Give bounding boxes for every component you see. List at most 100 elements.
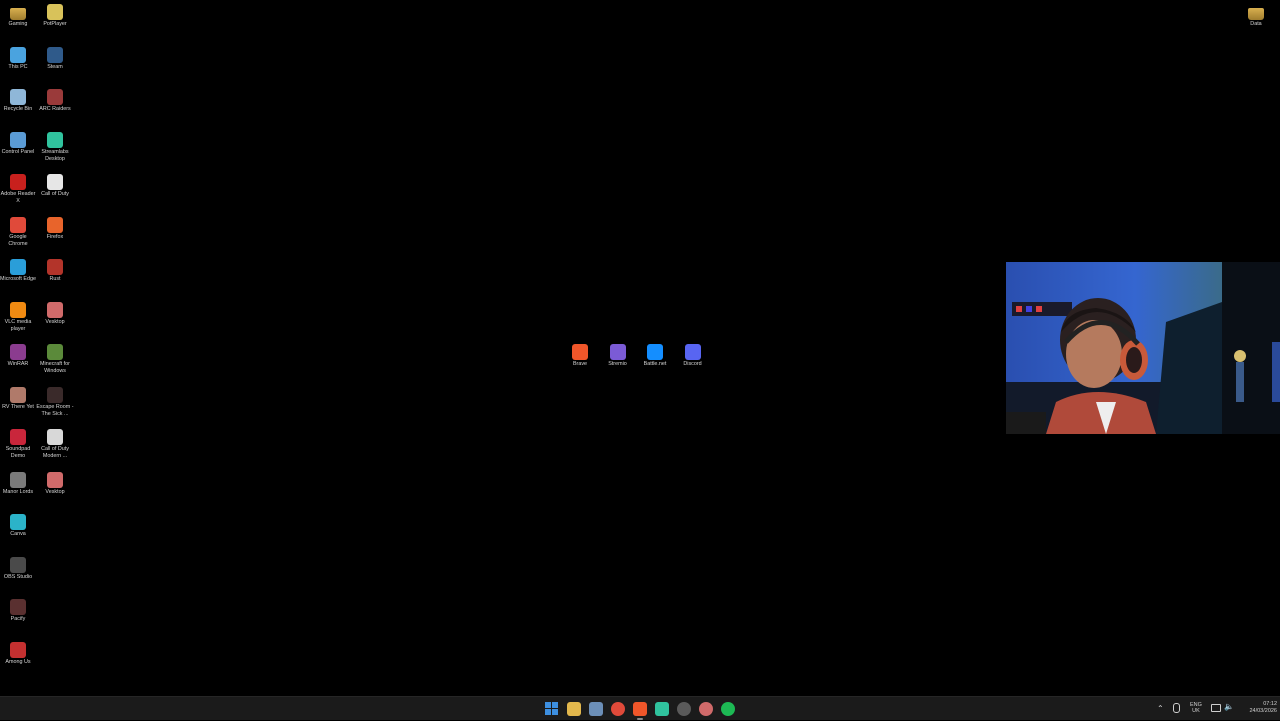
desktop-shortcut[interactable]: Vesktop [36,471,74,496]
desktop-shortcut-label: VLC media player [4,318,32,332]
desktop-shortcut[interactable]: Call of Duty [36,174,74,198]
desktop-shortcut[interactable]: VLC media player [0,301,37,333]
desktop-shortcut[interactable]: Microsoft Edge [0,259,37,283]
desktop-shortcut-label: ARC Raiders [39,106,71,112]
desktop-shortcut-label: Data [1250,21,1262,27]
desktop-shortcut-label: Among Us [5,658,31,665]
folder-icon [10,8,26,20]
desktop-shortcut-label: Escape Room - The Sick ... [36,403,74,417]
desktop-shortcut-label: Vesktop [45,488,65,495]
desktop-shortcut[interactable]: This PC [0,46,37,71]
desktop-shortcut-label: Firefox [46,233,64,240]
vesktop-icon[interactable] [699,702,713,716]
desktop-shortcut-label: Vesktop [45,318,65,325]
canva-icon [10,514,26,530]
desktop-shortcut[interactable]: Adobe Reader X [0,174,37,205]
desktop-shortcut-label: Recycle Bin [3,106,33,112]
webcam-person-image [1006,262,1222,434]
desktop-shortcut-label: Call of Duty Modern ... [41,446,69,459]
microphone-icon[interactable] [1173,703,1180,713]
game-icon [47,386,63,403]
taskbar: ⌃ ENG UK 🔈 07:12 24/03/2026 [0,696,1280,720]
desktop-shortcut[interactable]: Call of Duty Modern ... [36,429,74,460]
desktop-shortcut[interactable]: Control Panel [0,131,37,156]
webcam-side-panel [1222,262,1280,434]
network-icon[interactable] [1211,704,1221,712]
desktop-shortcut[interactable]: Brave [561,344,599,368]
adobe-reader-icon [10,174,26,190]
desktop-shortcut[interactable]: RV There Yet [0,386,37,411]
recycle-bin-icon [10,89,26,105]
game-icon [10,386,26,403]
desktop-shortcut-label: Control Panel [1,148,35,155]
desktop-shortcut-label: Google Chrome [8,233,28,247]
potplayer-icon [47,4,63,20]
language-indicator[interactable]: ENG UK [1190,702,1202,714]
among-us-icon [10,641,26,658]
control-panel-icon [10,131,26,148]
desktop-shortcut[interactable]: Gaming [0,4,37,28]
desktop-shortcut[interactable]: Minecraft for Windows [36,344,74,375]
firefox-icon [47,216,63,233]
folder-icon[interactable] [567,702,581,716]
obs-icon [10,556,26,573]
rust-icon [47,259,63,275]
desktop-shortcut[interactable]: Firefox [36,216,74,241]
steam-icon [47,46,63,63]
chevron-up-icon[interactable]: ⌃ [1157,704,1164,713]
desktop-shortcut-label: Adobe Reader X [0,191,36,204]
desktop-shortcut[interactable]: Rust [36,259,74,283]
vlc-icon [10,301,26,318]
game-icon [10,471,26,488]
desktop-shortcut[interactable]: Discord [674,344,712,368]
soundpad-icon [10,429,26,445]
desktop-shortcut-label: Brave [572,361,588,367]
desktop-shortcut-label: This PC [8,63,28,70]
desktop-shortcut[interactable]: Recycle Bin [0,89,37,113]
desktop-shortcut[interactable]: Steam [36,46,74,71]
desktop-shortcut[interactable]: Manor Lords [0,471,37,496]
desktop-shortcut[interactable]: OBS Studio [0,556,37,581]
game-icon [10,599,26,615]
streamlabs-icon[interactable] [655,702,669,716]
desktop-shortcut[interactable]: Pacify [0,599,37,623]
desktop-shortcut[interactable]: PotPlayer [36,4,74,28]
folder-icon [1248,8,1264,20]
desktop-shortcut[interactable]: ARC Raiders [36,89,74,113]
chrome-icon[interactable] [611,702,625,716]
desktop-shortcut[interactable]: Battle.net [636,344,674,368]
clock-date: 24/03/2026 [1249,708,1277,714]
desktop-shortcut-label: WinRAR [7,361,29,367]
desktop-shortcut[interactable]: Data [1237,4,1275,28]
desktop-shortcut-label: Minecraft for Windows [40,361,70,374]
desktop-shortcut-label: Pacify [10,616,26,622]
desktop-shortcut[interactable]: Google Chrome [0,216,37,248]
streamlabs-icon [47,131,63,148]
desktop-shortcut[interactable]: Streamlabs Desktop [36,131,74,163]
windows-icon[interactable] [545,702,559,716]
desktop-shortcut[interactable]: Stremio [599,344,637,368]
spotify-icon[interactable] [721,702,735,716]
brave-icon[interactable] [633,702,647,720]
desktop-shortcut-label: Discord [683,361,702,367]
minecraft-icon [47,344,63,360]
obs-icon[interactable] [677,702,691,716]
desktop-shortcut[interactable]: Vesktop [36,301,74,326]
desktop-shortcut-label: Microsoft Edge [0,276,36,282]
desktop-shortcut-label: Call of Duty [41,191,69,197]
desktop-shortcut[interactable]: WinRAR [0,344,37,368]
desktop-shortcut[interactable]: Among Us [0,641,37,666]
file-icon [47,174,63,190]
store-icon[interactable] [589,702,603,716]
battlenet-icon [647,344,663,360]
game-icon [47,89,63,105]
edge-icon [10,259,26,275]
clock[interactable]: 07:12 24/03/2026 [1237,701,1277,715]
vesktop-icon [47,471,63,488]
desktop-shortcut[interactable]: Escape Room - The Sick ... [36,386,74,418]
discord-icon [684,344,701,360]
desktop-shortcut[interactable]: Canva [0,514,37,538]
volume-icon[interactable]: 🔈 [1224,702,1234,711]
desktop-shortcut[interactable]: Soundpad Demo [0,429,37,460]
desktop-shortcut-label: Streamlabs Desktop [41,148,69,162]
